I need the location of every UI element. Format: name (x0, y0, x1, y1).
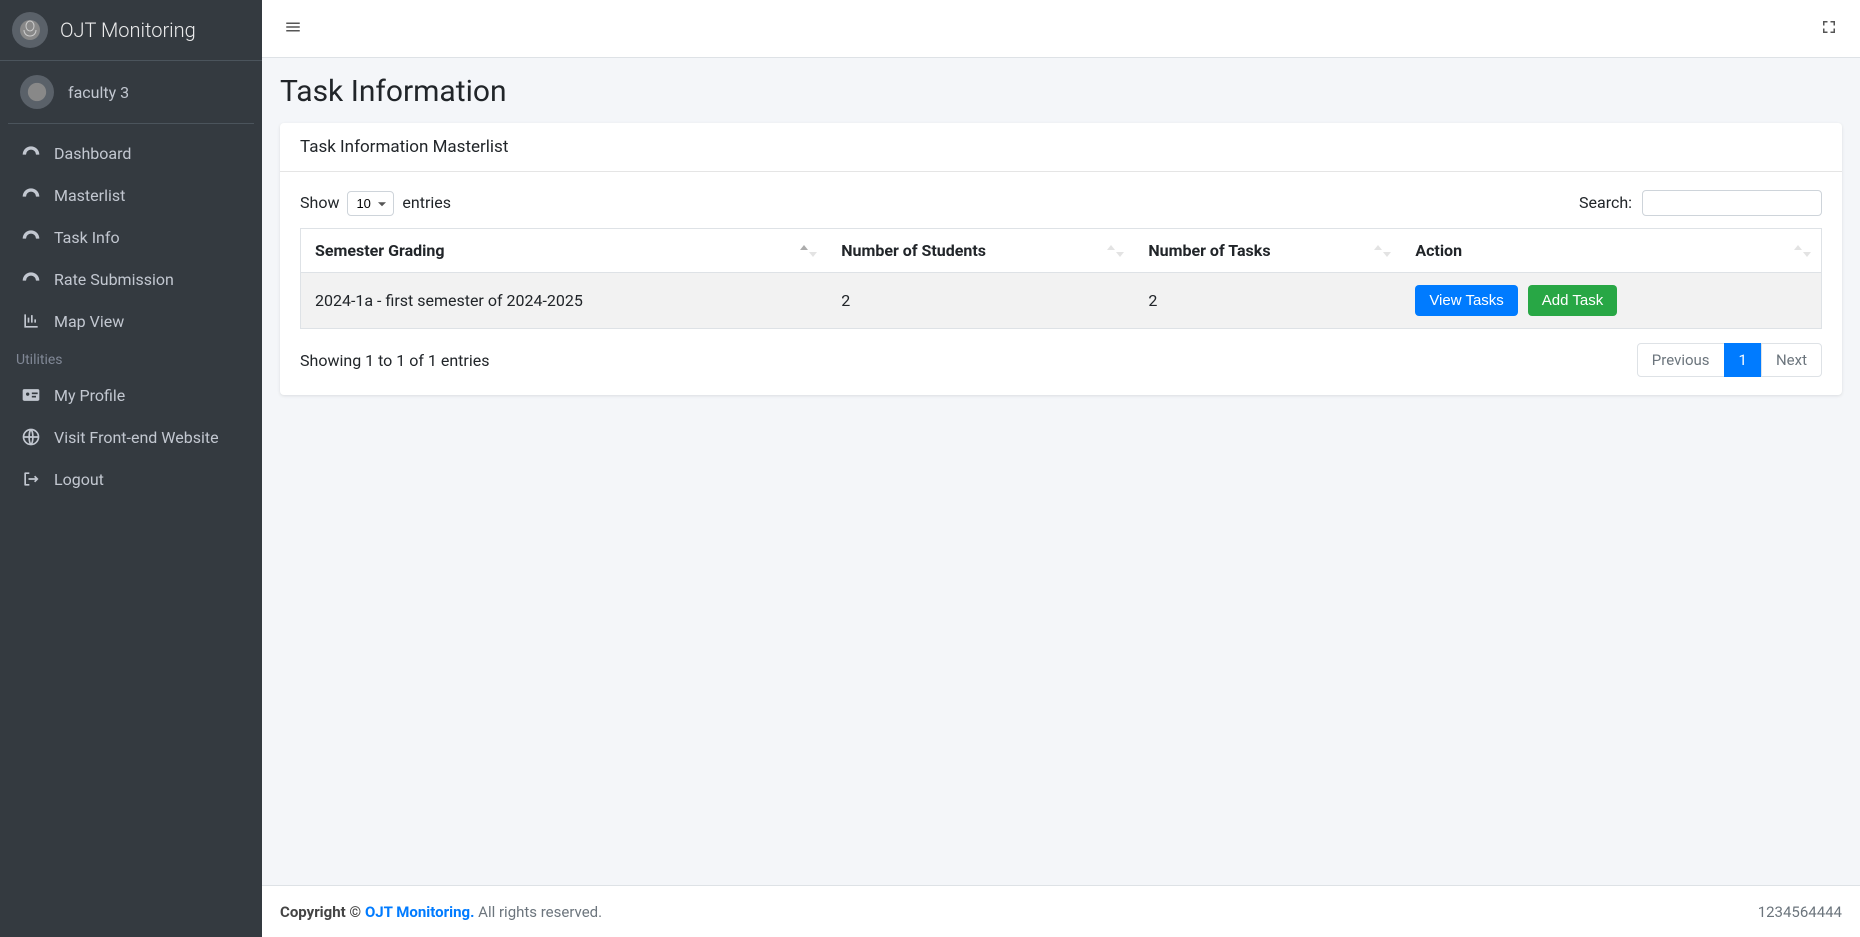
sidebar-item-map-view[interactable]: Map View (8, 300, 254, 342)
sidebar-item-visit-frontend[interactable]: Visit Front-end Website (8, 416, 254, 458)
cell-tasks: 2 (1134, 273, 1401, 329)
sidebar-item-task-info[interactable]: Task Info (8, 216, 254, 258)
sidebar-item-label: Logout (54, 470, 104, 489)
user-panel[interactable]: faculty 3 (8, 61, 254, 124)
cell-semester: 2024-1a - first semester of 2024-2025 (301, 273, 828, 329)
col-action[interactable]: Action (1401, 229, 1821, 273)
expand-icon (1820, 18, 1838, 39)
datatable-length: Show 10 entries (300, 191, 451, 216)
col-number-students[interactable]: Number of Students (827, 229, 1134, 273)
sidebar: OJT Monitoring faculty 3 Dashboard Maste… (0, 0, 262, 937)
cell-students: 2 (827, 273, 1134, 329)
avatar (20, 75, 54, 109)
brand[interactable]: OJT Monitoring (0, 0, 262, 61)
sort-icon (1374, 245, 1391, 257)
sidebar-item-label: Visit Front-end Website (54, 428, 219, 447)
add-task-button[interactable]: Add Task (1528, 285, 1617, 316)
col-semester-grading[interactable]: Semester Grading (301, 229, 828, 273)
card-body: Show 10 entries Search: (280, 172, 1842, 395)
brand-title: OJT Monitoring (60, 18, 196, 42)
copyright-suffix: All rights reserved. (478, 903, 602, 921)
sidebar-item-label: My Profile (54, 386, 125, 405)
sidebar-item-dashboard[interactable]: Dashboard (8, 132, 254, 174)
signout-icon (20, 468, 42, 490)
search-input[interactable] (1642, 190, 1822, 216)
sidebar-item-label: Task Info (54, 228, 120, 247)
col-number-tasks[interactable]: Number of Tasks (1134, 229, 1401, 273)
footer-right: 1234564444 (1758, 903, 1842, 921)
length-suffix: entries (402, 193, 451, 212)
main-wrapper: Task Information Task Information Master… (262, 0, 1860, 937)
idcard-icon (20, 384, 42, 406)
sidebar-item-label: Rate Submission (54, 270, 174, 289)
sort-icon (1794, 245, 1811, 257)
page-title: Task Information (280, 74, 1842, 109)
footer: Copyright © OJT Monitoring. All rights r… (262, 885, 1860, 937)
sidebar-item-label: Masterlist (54, 186, 125, 205)
length-prefix: Show (300, 193, 339, 212)
tachometer-icon (20, 226, 42, 248)
tachometer-icon (20, 268, 42, 290)
sidebar-item-label: Dashboard (54, 144, 131, 163)
datatable-info: Showing 1 to 1 of 1 entries (300, 351, 489, 370)
topbar (262, 0, 1860, 58)
user-name: faculty 3 (68, 83, 129, 102)
page-next[interactable]: Next (1761, 343, 1822, 377)
datatable-search: Search: (1579, 190, 1822, 216)
sort-icon (800, 245, 817, 257)
table-row: 2024-1a - first semester of 2024-2025 2 … (301, 273, 1822, 329)
chart-icon (20, 310, 42, 332)
pagination: Previous 1 Next (1638, 343, 1822, 377)
page-number[interactable]: 1 (1724, 343, 1762, 377)
sidebar-item-rate-submission[interactable]: Rate Submission (8, 258, 254, 300)
view-tasks-button[interactable]: View Tasks (1415, 285, 1517, 316)
datatable: Semester Grading Number of Students (300, 228, 1822, 329)
length-select[interactable]: 10 (347, 191, 394, 216)
fullscreen-button[interactable] (1814, 12, 1844, 45)
sidebar-toggle-button[interactable] (278, 12, 308, 45)
tachometer-icon (20, 184, 42, 206)
sidebar-header-utilities: Utilities (8, 342, 254, 374)
content: Task Information Task Information Master… (262, 58, 1860, 885)
sidebar-item-masterlist[interactable]: Masterlist (8, 174, 254, 216)
tachometer-icon (20, 142, 42, 164)
sort-icon (1107, 245, 1124, 257)
copyright-prefix: Copyright © (280, 903, 365, 921)
footer-brand-link[interactable]: OJT Monitoring. (365, 903, 474, 921)
page-previous[interactable]: Previous (1637, 343, 1725, 377)
sidebar-item-logout[interactable]: Logout (8, 458, 254, 500)
card-header: Task Information Masterlist (280, 123, 1842, 172)
datatable-footer: Showing 1 to 1 of 1 entries Previous 1 N… (300, 343, 1822, 377)
search-label: Search: (1579, 193, 1632, 212)
sidebar-nav: Dashboard Masterlist Task Info Rate Subm… (0, 124, 262, 937)
footer-left: Copyright © OJT Monitoring. All rights r… (280, 903, 602, 921)
sidebar-item-label: Map View (54, 312, 124, 331)
sidebar-item-my-profile[interactable]: My Profile (8, 374, 254, 416)
bars-icon (284, 18, 302, 39)
card-task-masterlist: Task Information Masterlist Show 10 entr… (280, 123, 1842, 395)
brand-logo-icon (12, 12, 48, 48)
cell-action: View Tasks Add Task (1401, 273, 1821, 329)
datatable-controls: Show 10 entries Search: (300, 190, 1822, 216)
globe-icon (20, 426, 42, 448)
